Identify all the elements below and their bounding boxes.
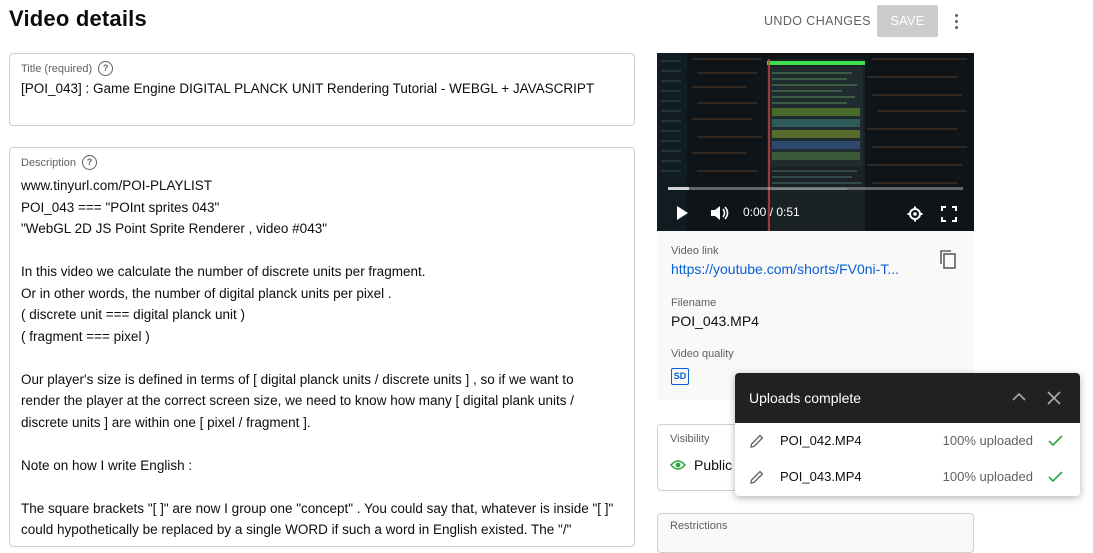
description-line: Or in other words, the number of digital…: [21, 285, 392, 301]
description-field[interactable]: Description ? www.tinyurl.com/POI-PLAYLI…: [9, 147, 635, 547]
copy-icon[interactable]: [940, 250, 956, 269]
progress-bar[interactable]: [668, 187, 963, 190]
page-title: Video details: [9, 6, 147, 31]
description-line: [21, 347, 621, 369]
visibility-value-row: Public: [670, 457, 732, 473]
check-icon: [1048, 435, 1063, 447]
video-info-panel: 0:00 / 0:51 Video link https://youtube.c…: [657, 53, 974, 400]
help-icon[interactable]: ?: [82, 155, 98, 170]
description-line: www.tinyurl.com/POI-PLAYLIST: [21, 178, 213, 193]
description-line: ( discrete unit === digital planck unit …: [21, 307, 245, 322]
save-button[interactable]: SAVE: [877, 5, 938, 37]
upload-status: 100% uploaded: [942, 469, 1033, 484]
check-icon: [1048, 471, 1063, 483]
visibility-value: Public: [694, 457, 733, 473]
undo-changes-button[interactable]: UNDO CHANGES: [755, 6, 880, 36]
description-line: The square brackets "[ ]" are now I grou…: [21, 500, 614, 516]
eye-icon: [670, 460, 686, 470]
pencil-icon[interactable]: [750, 470, 764, 484]
description-line: "WebGL 2D JS Point Sprite Renderer , vid…: [21, 221, 327, 236]
description-line: Our player's size is defined in terms of…: [21, 371, 574, 387]
upload-row: POI_042.MP4 100% uploaded: [735, 423, 1080, 459]
fullscreen-icon[interactable]: [941, 206, 957, 222]
description-label-row: Description ?: [21, 155, 98, 170]
title-input[interactable]: [POI_043] : Game Engine DIGITAL PLANCK U…: [21, 81, 594, 96]
uploads-header: Uploads complete: [735, 373, 1080, 423]
play-icon[interactable]: [675, 205, 689, 221]
description-line: [21, 433, 621, 455]
description-line: [21, 476, 621, 498]
volume-icon[interactable]: [710, 205, 730, 221]
description-line: [21, 240, 621, 262]
visibility-label: Visibility: [670, 433, 710, 445]
description-line: discrete units ] are within one [ pixel …: [21, 414, 311, 430]
video-quality-label: Video quality: [671, 348, 734, 360]
restrictions-field: Restrictions: [657, 513, 974, 553]
description-input[interactable]: www.tinyurl.com/POI-PLAYLIST POI_043 === …: [21, 175, 621, 541]
video-controls: 0:00 / 0:51: [657, 183, 974, 231]
chevron-up-icon[interactable]: [1012, 392, 1026, 402]
sd-quality-icon: SD: [671, 368, 689, 385]
title-label-row: Title (required) ?: [21, 61, 114, 76]
description-line: In this video we calculate the number of…: [21, 264, 426, 279]
restrictions-label: Restrictions: [670, 520, 728, 532]
upload-file-name: POI_042.MP4: [780, 433, 862, 448]
description-line: ( fragment === pixel ): [21, 328, 150, 344]
description-line: POI_043 === "POInt sprites 043": [21, 199, 220, 215]
video-link-label: Video link: [671, 245, 719, 257]
more-vert-icon[interactable]: [944, 6, 968, 36]
settings-icon[interactable]: [907, 206, 923, 222]
close-icon[interactable]: [1047, 391, 1061, 405]
help-icon[interactable]: ?: [98, 61, 114, 76]
pencil-icon[interactable]: [750, 434, 764, 448]
filename-value: POI_043.MP4: [671, 313, 759, 329]
upload-row: POI_043.MP4 100% uploaded: [735, 459, 1080, 495]
upload-file-name: POI_043.MP4: [780, 469, 862, 484]
time-display: 0:00 / 0:51: [743, 205, 800, 219]
uploads-complete-panel: Uploads complete POI_042.MP4 100% upload…: [735, 373, 1080, 496]
description-line: render the player at the correct screen …: [21, 393, 575, 408]
description-line: Note on how I write English :: [21, 457, 193, 473]
uploads-title: Uploads complete: [749, 390, 862, 406]
filename-label: Filename: [671, 297, 717, 309]
description-line: could hypothetically be replaced by a si…: [21, 522, 572, 537]
title-label: Title (required): [21, 62, 93, 75]
video-link[interactable]: https://youtube.com/shorts/FV0ni-T...: [671, 261, 916, 277]
title-field[interactable]: Title (required) ? [POI_043] : Game Engi…: [9, 53, 635, 126]
description-label: Description: [21, 156, 77, 169]
upload-status: 100% uploaded: [942, 433, 1033, 448]
video-player[interactable]: 0:00 / 0:51: [657, 53, 974, 231]
